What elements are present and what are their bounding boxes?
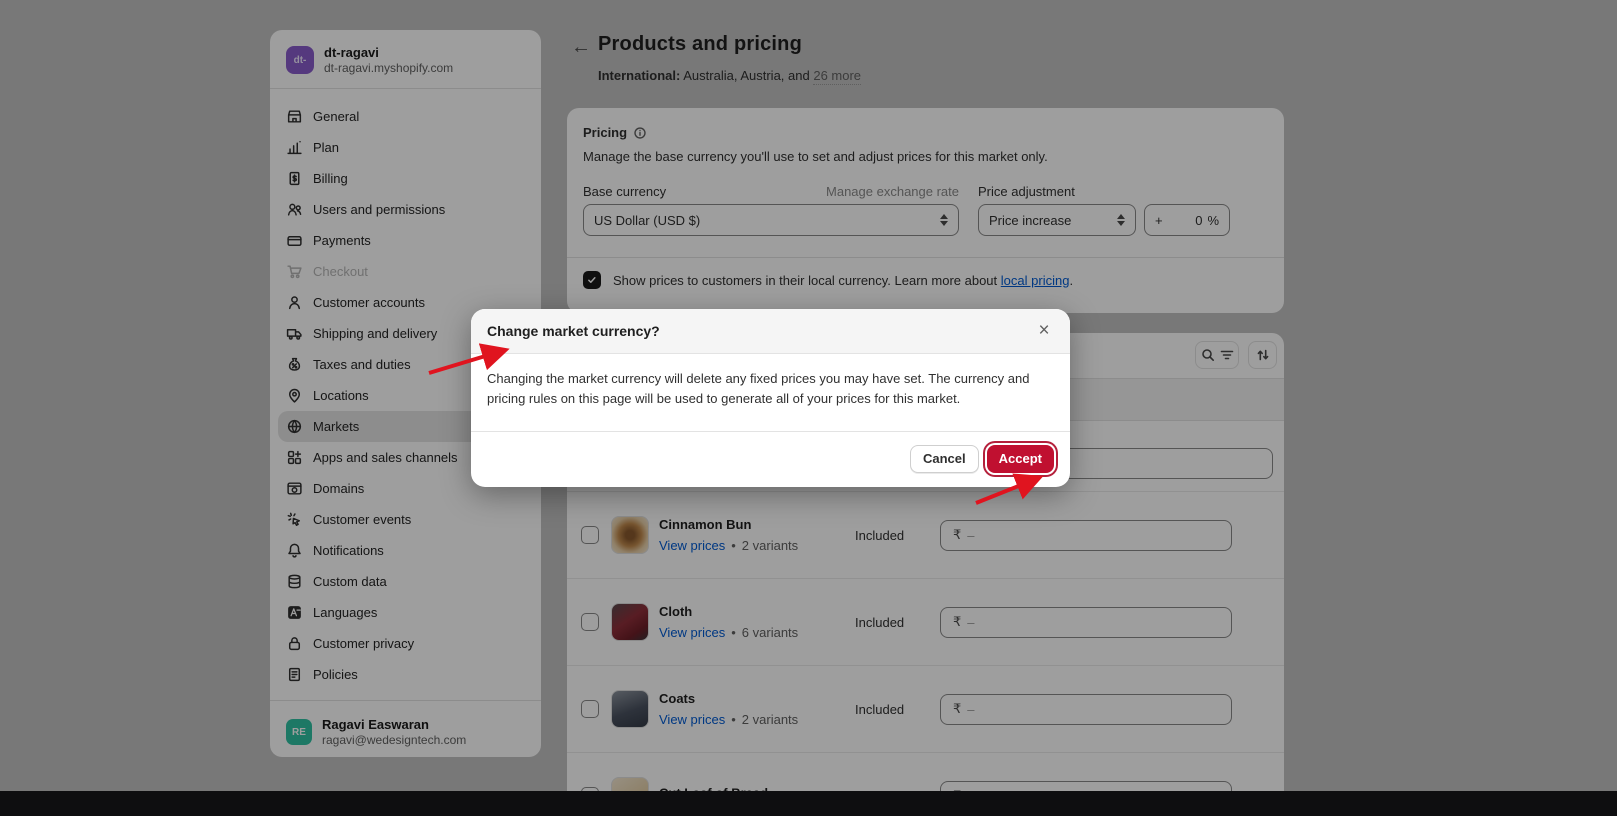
close-icon[interactable]: × — [1032, 319, 1056, 343]
change-currency-modal: Change market currency? × Changing the m… — [471, 309, 1070, 487]
modal-body-text: Changing the market currency will delete… — [487, 369, 1055, 409]
modal-footer: Cancel Accept — [471, 431, 1070, 487]
shopify-settings-page: dt- dt-ragavi dt-ragavi.myshopify.com Ge… — [0, 0, 1617, 816]
cancel-button[interactable]: Cancel — [910, 445, 979, 473]
modal-title: Change market currency? — [487, 323, 660, 339]
accept-button[interactable]: Accept — [987, 445, 1054, 473]
modal-header: Change market currency? — [471, 309, 1070, 354]
